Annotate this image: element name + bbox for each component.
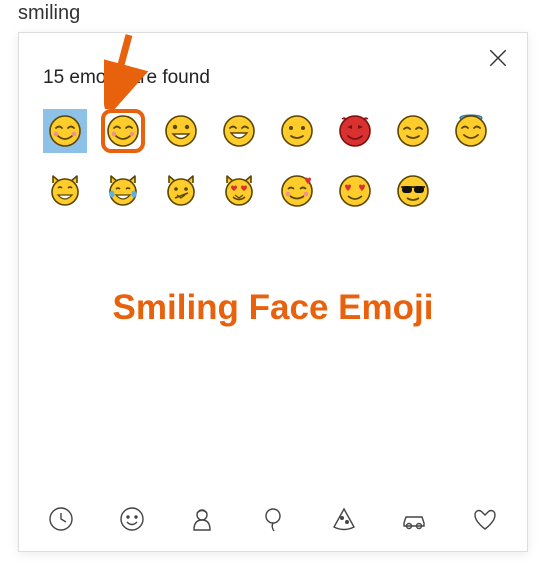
- close-icon: [487, 47, 509, 69]
- smiling-face-smiling-eyes-icon: [105, 113, 141, 149]
- pizza-icon: [330, 505, 358, 533]
- emoji-cat-heart-eyes[interactable]: [217, 169, 261, 213]
- emoji-smiling-heart-eyes[interactable]: [333, 169, 377, 213]
- search-query[interactable]: smiling: [18, 2, 80, 25]
- category-symbols[interactable]: [471, 505, 499, 533]
- emoji-picker-panel: 15 emojis are found Smiling Face Emoji: [18, 32, 528, 552]
- heart-icon: [471, 505, 499, 533]
- emoji-smiling-face-halo[interactable]: [449, 109, 493, 153]
- emoji-smiling-devil[interactable]: [333, 109, 377, 153]
- emoji-grinning-cat[interactable]: [43, 169, 87, 213]
- grinning-face-icon: [163, 113, 199, 149]
- cat-heart-eyes-icon: [221, 173, 257, 209]
- close-button[interactable]: [487, 47, 509, 69]
- smiling-face-relaxed-icon: [395, 113, 431, 149]
- car-icon: [400, 505, 428, 533]
- smiley-icon: [118, 505, 146, 533]
- category-transport[interactable]: [400, 505, 428, 533]
- category-smileys[interactable]: [118, 505, 146, 533]
- smiling-face-halo-icon: [453, 113, 489, 149]
- category-people[interactable]: [188, 505, 216, 533]
- cat-tears-of-joy-icon: [105, 173, 141, 209]
- annotation-label: Smiling Face Emoji: [19, 288, 527, 328]
- slightly-smiling-face-icon: [279, 113, 315, 149]
- emoji-cat-wry-smile[interactable]: [159, 169, 203, 213]
- emoji-grinning-face[interactable]: [159, 109, 203, 153]
- emoji-cat-tears-of-joy[interactable]: [101, 169, 145, 213]
- person-icon: [188, 505, 216, 533]
- emoji-smiling-face-relaxed[interactable]: [391, 109, 435, 153]
- balloon-icon: [259, 505, 287, 533]
- grinning-cat-icon: [47, 173, 83, 209]
- smiling-sunglasses-icon: [395, 173, 431, 209]
- category-food[interactable]: [330, 505, 358, 533]
- smiling-face-blush-icon: [47, 113, 83, 149]
- smiling-heart-eyes-icon: [337, 173, 373, 209]
- emoji-results-grid: [43, 109, 503, 213]
- smiling-face-hearts-icon: [279, 173, 315, 209]
- smiling-devil-icon: [337, 113, 373, 149]
- cat-wry-smile-icon: [163, 173, 199, 209]
- clock-icon: [47, 505, 75, 533]
- emoji-smiling-face-blush[interactable]: [43, 109, 87, 153]
- emoji-smiling-sunglasses[interactable]: [391, 169, 435, 213]
- beaming-face-icon: [221, 113, 257, 149]
- emoji-smiling-face-hearts[interactable]: [275, 169, 319, 213]
- emoji-beaming-face[interactable]: [217, 109, 261, 153]
- category-celebration[interactable]: [259, 505, 287, 533]
- emoji-slightly-smiling-face[interactable]: [275, 109, 319, 153]
- emoji-smiling-face-smiling-eyes[interactable]: [101, 109, 145, 153]
- category-recent[interactable]: [47, 505, 75, 533]
- category-bar: [47, 505, 499, 533]
- results-count-text: 15 emojis are found: [43, 67, 503, 89]
